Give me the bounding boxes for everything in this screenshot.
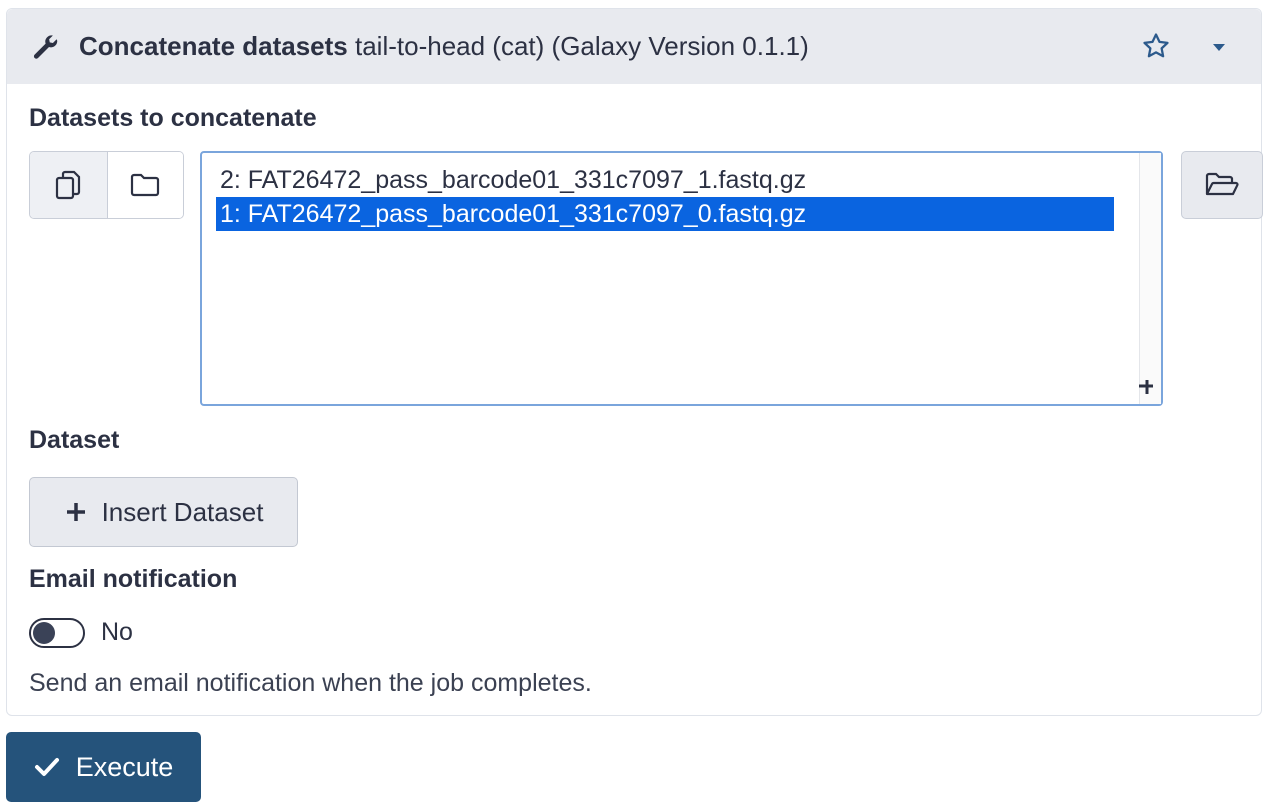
tool-form-card: Concatenate datasets tail-to-head (cat) …	[6, 8, 1263, 716]
wrench-icon	[33, 35, 58, 59]
email-label: Email notification	[29, 565, 238, 593]
datasets-label: Datasets to concatenate	[29, 104, 317, 132]
datasets-select[interactable]: 2: FAT26472_pass_barcode01_331c7097_1.fa…	[200, 151, 1163, 406]
collection-folder-icon	[131, 173, 160, 197]
tool-subtitle: tail-to-head (cat)	[355, 31, 545, 61]
toggle-knob	[33, 622, 55, 644]
tool-name: Concatenate datasets	[79, 31, 348, 61]
listbox-scrollbar[interactable]	[1139, 153, 1161, 404]
execute-button[interactable]: Execute	[6, 732, 201, 802]
dataset-label: Dataset	[29, 426, 120, 454]
email-toggle[interactable]	[29, 618, 85, 648]
star-icon[interactable]	[1141, 31, 1171, 61]
tool-title: Concatenate datasets tail-to-head (cat) …	[79, 31, 809, 62]
check-icon	[34, 758, 59, 776]
email-toggle-value: No	[101, 618, 133, 646]
collection-button[interactable]	[106, 152, 183, 218]
folder-open-icon	[1205, 172, 1239, 196]
tool-header: Concatenate datasets tail-to-head (cat) …	[7, 9, 1261, 84]
dataset-option-selected[interactable]: 1: FAT26472_pass_barcode01_331c7097_0.fa…	[216, 197, 1114, 231]
dataset-option[interactable]: 2: FAT26472_pass_barcode01_331c7097_1.fa…	[216, 163, 806, 197]
insert-dataset-button[interactable]: Insert Dataset	[29, 477, 298, 547]
email-help-text: Send an email notification when the job …	[29, 669, 592, 697]
tool-version[interactable]: (Galaxy Version 0.1.1)	[552, 31, 809, 61]
insert-dataset-label: Insert Dataset	[101, 496, 264, 527]
multiple-datasets-icon	[56, 170, 81, 200]
caret-down-icon[interactable]	[1209, 37, 1229, 57]
dataset-mode-switch	[29, 151, 184, 219]
browse-datasets-button[interactable]	[1181, 151, 1263, 219]
plus-icon	[66, 503, 85, 521]
resize-handle-icon[interactable]	[1135, 376, 1157, 398]
multiple-datasets-button[interactable]	[30, 152, 107, 218]
execute-label: Execute	[75, 751, 174, 782]
